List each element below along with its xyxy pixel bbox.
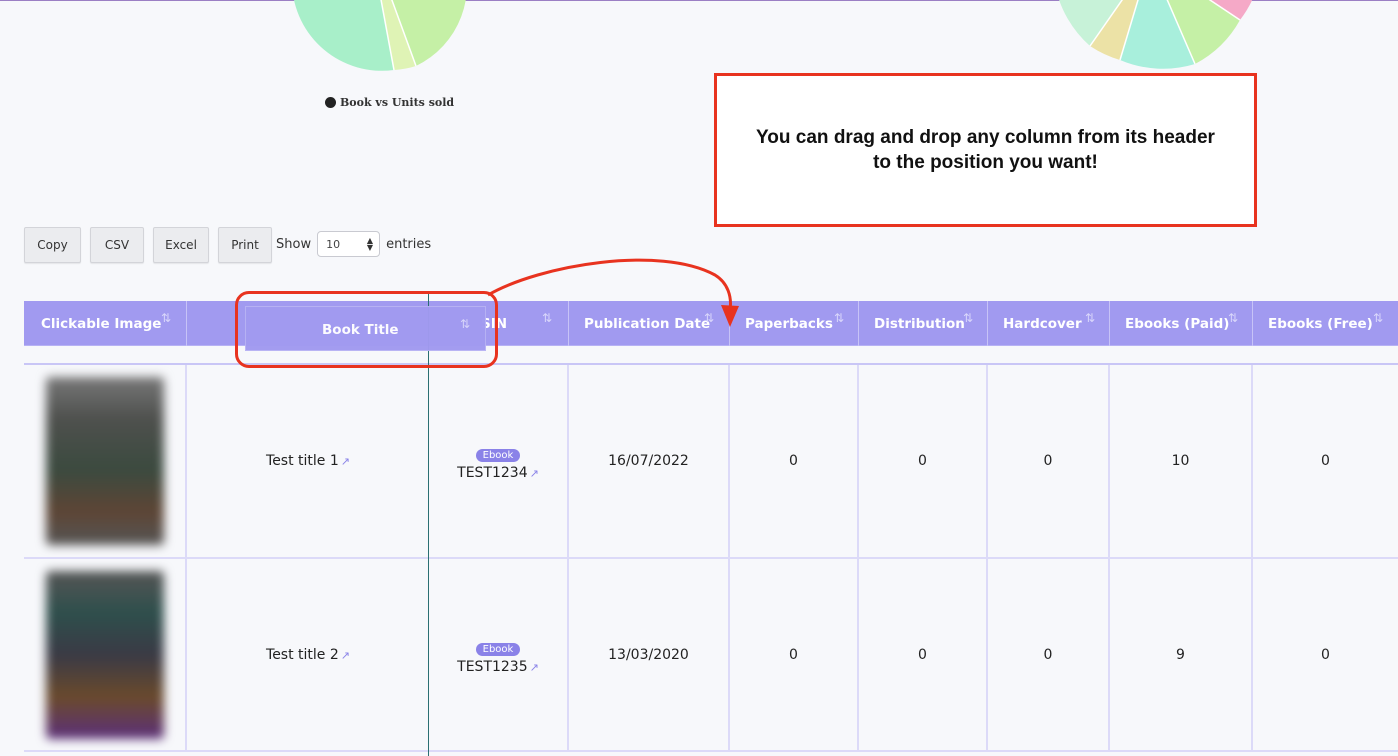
sort-icon: ⇅: [963, 311, 974, 325]
sort-icon: ⇅: [1373, 311, 1384, 325]
cover-cell: [24, 365, 187, 557]
sort-icon: ⇅: [1085, 311, 1096, 325]
th-distribution[interactable]: Distribution ⇅: [859, 301, 988, 346]
th-label: Distribution: [874, 316, 965, 332]
sort-icon: ⇅: [834, 311, 845, 325]
title-cell: Test title 2 ↗: [187, 559, 429, 750]
entries-select[interactable]: 10 ▲ ▼: [317, 231, 381, 257]
external-link-icon: ↗: [529, 467, 539, 480]
asin-link[interactable]: TEST1235 ↗: [457, 659, 539, 675]
ebooks-paid-cell: 9: [1110, 559, 1253, 750]
left-pie-chart: [270, 0, 510, 90]
title-cell: Test title 1 ↗: [187, 365, 429, 557]
distribution-cell: 0: [859, 365, 988, 557]
book-title-link[interactable]: Test title 2 ↗: [266, 647, 350, 663]
chart-legend: Book vs Units sold: [325, 96, 454, 109]
th-ebooks-free[interactable]: Ebooks (Free) ⇅: [1253, 301, 1398, 346]
ebooks-free-cell: 0: [1321, 453, 1330, 469]
show-label: Show: [276, 236, 312, 252]
csv-button[interactable]: CSV: [90, 227, 144, 263]
asin-text: TEST1235: [457, 658, 528, 675]
hardcover-cell: 0: [988, 559, 1110, 750]
entries-label: entries: [386, 236, 432, 252]
table-toolbar: Copy CSV Excel Print Show 10 ▲ ▼ entries: [24, 227, 431, 263]
th-clickable-image[interactable]: Clickable Image ⇅: [24, 301, 187, 346]
th-label: Ebooks (Paid): [1125, 316, 1230, 332]
th-label: Ebooks (Free): [1268, 316, 1373, 332]
book-title-text: Test title 2: [266, 646, 339, 663]
header-spacer: [24, 346, 1398, 364]
publication-date-cell: 16/07/2022: [569, 365, 730, 557]
asin-cell: Ebook TEST1234 ↗: [429, 365, 569, 557]
th-ebooks-paid[interactable]: Ebooks (Paid) ⇅: [1110, 301, 1253, 346]
callout-line-1: You can drag and drop any column from it…: [756, 127, 1215, 148]
distribution-cell: 0: [859, 559, 988, 750]
drag-drop-callout: You can drag and drop any column from it…: [714, 73, 1257, 227]
sort-icon: ⇅: [161, 311, 172, 325]
th-label: Paperbacks: [745, 316, 833, 332]
publication-date-cell: 13/03/2020: [569, 559, 730, 750]
th-hardcover[interactable]: Hardcover ⇅: [988, 301, 1110, 346]
th-label: Hardcover: [1003, 316, 1082, 332]
asin-link[interactable]: TEST1234 ↗: [457, 465, 539, 481]
cover-cell: [24, 559, 187, 750]
drag-arrow-icon: [487, 258, 739, 327]
excel-button[interactable]: Excel: [153, 227, 209, 263]
right-pie-chart: [1040, 0, 1280, 80]
external-link-icon: ↗: [340, 455, 350, 468]
format-badge: Ebook: [475, 642, 521, 656]
entries-select-value: 10: [326, 237, 341, 251]
asin-cell: Ebook TEST1235 ↗: [429, 559, 569, 750]
ebooks-paid-cell: 10: [1110, 365, 1253, 557]
legend-marker: [325, 97, 336, 108]
book-title-text: Test title 1: [266, 453, 339, 469]
paperbacks-cell: 0: [730, 365, 859, 557]
asin-text: TEST1234: [457, 465, 528, 481]
format-badge: Ebook: [475, 449, 521, 462]
external-link-icon: ↗: [529, 660, 539, 674]
table-row: Test title 2 ↗ Ebook TEST1235 ↗ 13/03/2020…: [24, 559, 1398, 752]
pie-slice: [294, 0, 394, 71]
book-cover-image[interactable]: [45, 377, 164, 545]
ebooks-free-cell: 0: [1321, 646, 1330, 663]
legend-label: Book vs Units sold: [340, 96, 455, 109]
book-cover-image[interactable]: [45, 570, 164, 739]
external-link-icon: ↗: [340, 648, 350, 662]
entries-control: Show 10 ▲ ▼ entries: [276, 231, 431, 257]
copy-button[interactable]: Copy: [24, 227, 81, 263]
paperbacks-cell: 0: [730, 559, 859, 750]
select-arrows-icon: ▲ ▼: [366, 236, 374, 252]
th-label: Clickable Image: [41, 316, 162, 332]
hardcover-cell: 0: [988, 365, 1110, 557]
sort-icon: ⇅: [1228, 311, 1239, 325]
print-button[interactable]: Print: [218, 227, 272, 263]
book-title-link[interactable]: Test title 1 ↗: [266, 453, 350, 469]
drag-highlight-outline: [235, 291, 498, 368]
callout-line-2: to the position you want!: [873, 152, 1098, 173]
table-row: Test title 1 ↗ Ebook TEST1234 ↗ 16/07/2022…: [24, 365, 1398, 559]
